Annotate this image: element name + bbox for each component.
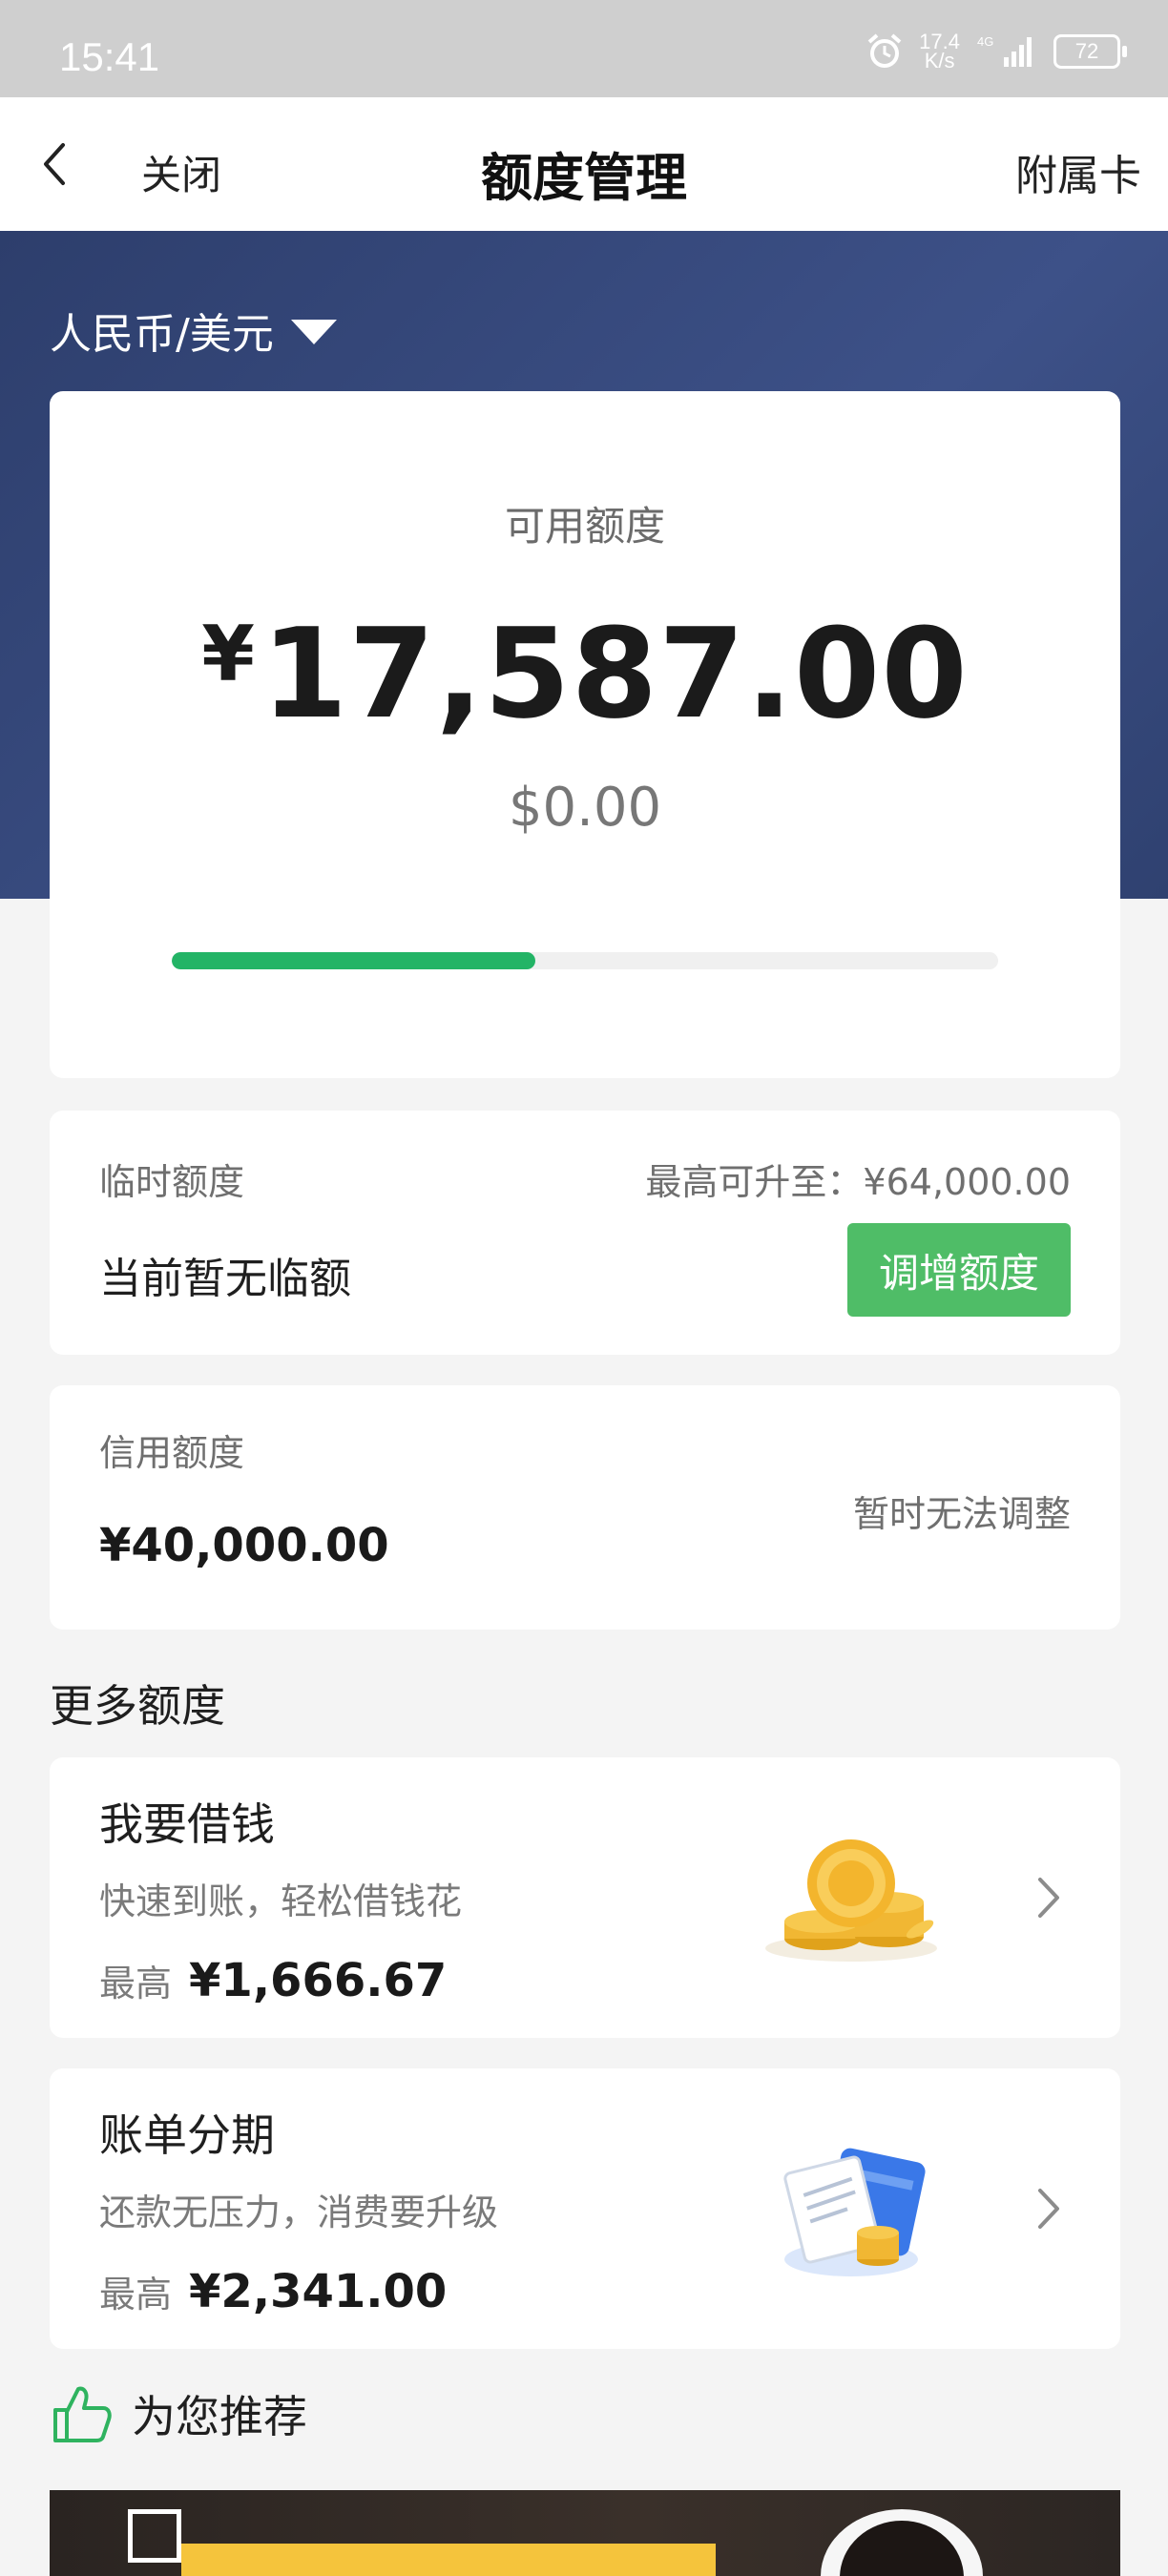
available-credit-amount: ¥17,587.00 bbox=[50, 601, 1120, 746]
temporary-credit-label: 临时额度 bbox=[99, 1161, 245, 1203]
page-title: 额度管理 bbox=[481, 148, 687, 208]
thumbs-up-icon bbox=[53, 2386, 112, 2442]
usd-available-amount: $0.00 bbox=[508, 777, 662, 839]
chevron-right-icon bbox=[1038, 2189, 1059, 2229]
nav-bar: 关闭 额度管理 附属卡 bbox=[0, 97, 1168, 231]
network-speed-unit: K/s bbox=[924, 49, 955, 73]
recommend-title: 为您推荐 bbox=[132, 2391, 307, 2442]
temporary-credit-card: 临时额度 最高可升至：¥64,000.00 当前暂无临额 调增额度 bbox=[50, 1111, 1120, 1355]
battery-level: 72 bbox=[1074, 39, 1099, 63]
credit-usage-fill bbox=[172, 952, 536, 969]
credit-limit-note: 暂时无法调整 bbox=[852, 1493, 1071, 1535]
temporary-credit-max: 最高可升至：¥64,000.00 bbox=[645, 1161, 1071, 1203]
bill-installment-max: 最高 ¥2,341.00 bbox=[99, 2265, 447, 2318]
available-credit-card: 可用额度 ¥17,587.00 $0.00 bbox=[50, 391, 1120, 1078]
status-bar: 15:41 17.4 K/s 4G 72 bbox=[0, 0, 1168, 97]
credit-limit-amount: ¥40,000.00 bbox=[99, 1519, 389, 1572]
recommend-banner[interactable] bbox=[50, 2490, 1120, 2576]
increase-credit-button[interactable]: 调增额度 bbox=[847, 1223, 1071, 1317]
banner-strip bbox=[181, 2544, 716, 2576]
caret-down-icon bbox=[290, 320, 337, 344]
available-credit-label: 可用额度 bbox=[504, 503, 665, 550]
currency-selector-label: 人民币/美元 bbox=[50, 310, 274, 359]
bill-installment-desc: 还款无压力，消费要升级 bbox=[99, 2192, 499, 2233]
status-icons: 17.4 K/s 4G 72 bbox=[866, 31, 1127, 73]
credit-usage-bar bbox=[172, 952, 998, 969]
bill-card-coins-icon bbox=[783, 2148, 926, 2276]
borrow-money-max-label: 最高 bbox=[99, 1963, 173, 2005]
borrow-money-max: 最高 ¥1,666.67 bbox=[99, 1954, 447, 2007]
more-credit-section-title: 更多额度 bbox=[50, 1680, 225, 1732]
svg-text:4G: 4G bbox=[977, 34, 993, 49]
temporary-credit-status: 当前暂无临额 bbox=[99, 1255, 351, 1303]
network-speed: 17.4 K/s bbox=[919, 31, 960, 73]
borrow-money-card[interactable]: 我要借钱 快速到账，轻松借钱花 最高 ¥1,666.67 bbox=[50, 1757, 1120, 2038]
bill-installment-max-label: 最高 bbox=[99, 2274, 173, 2316]
available-credit-value: 17,587.00 bbox=[261, 601, 969, 746]
chevron-right-icon bbox=[1038, 1878, 1059, 1918]
alarm-icon bbox=[867, 33, 902, 68]
bill-installment-max-value: ¥2,341.00 bbox=[189, 2265, 448, 2318]
banner-logo bbox=[128, 2509, 181, 2563]
borrow-money-title: 我要借钱 bbox=[99, 1798, 275, 1850]
credit-limit-label: 信用额度 bbox=[99, 1432, 245, 1474]
borrow-money-desc: 快速到账，轻松借钱花 bbox=[99, 1880, 463, 1922]
signal-icon: 4G bbox=[977, 34, 1032, 67]
status-time: 15:41 bbox=[59, 34, 160, 79]
bill-installment-title: 账单分期 bbox=[99, 2109, 275, 2161]
supplementary-card-button[interactable]: 附属卡 bbox=[1015, 141, 1141, 202]
recommend-header: 为您推荐 bbox=[50, 2381, 307, 2446]
currency-symbol: ¥ bbox=[201, 610, 256, 698]
borrow-money-max-value: ¥1,666.67 bbox=[189, 1954, 448, 2007]
battery-icon: 72 bbox=[1053, 34, 1127, 69]
credit-limit-card: 信用额度 ¥40,000.00 暂时无法调整 bbox=[50, 1385, 1120, 1630]
currency-selector[interactable]: 人民币/美元 bbox=[50, 300, 337, 361]
gold-coins-icon bbox=[765, 1839, 937, 1962]
bill-installment-card[interactable]: 账单分期 还款无压力，消费要升级 最高 ¥2,341.00 bbox=[50, 2068, 1120, 2349]
